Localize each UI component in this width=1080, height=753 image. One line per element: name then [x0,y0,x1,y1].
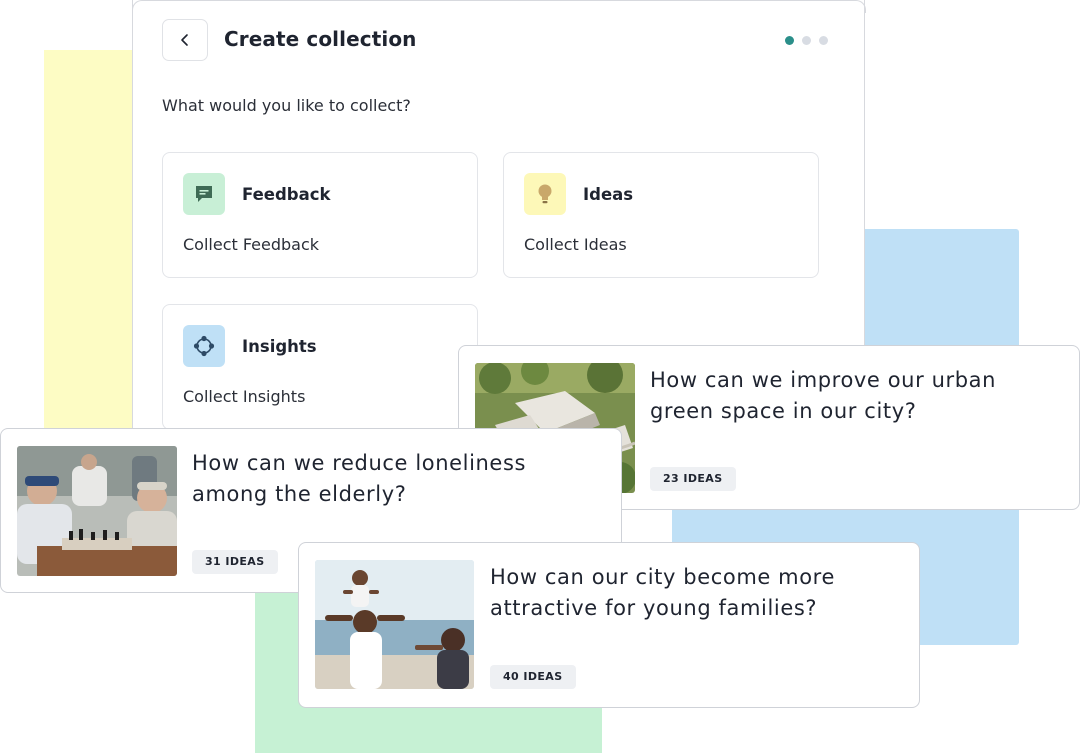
ideas-count-badge: 23 IDEAS [650,467,736,491]
lightbulb-icon [524,173,566,215]
card-title-line-1: How can we improve our urban [650,368,997,392]
decorative-yellow-block [44,50,136,430]
collect-question: What would you like to collect? [162,96,411,115]
card-title: How can our city become more attractive … [490,562,835,624]
card-title-line-1: How can our city become more [490,565,835,589]
page-title: Create collection [224,27,417,51]
card-title-line-2: among the elderly? [192,482,407,506]
family-beach-photo [315,560,474,689]
option-title: Ideas [583,185,634,204]
card-title-line-1: How can we reduce loneliness [192,451,527,475]
card-title: How can we improve our urban green space… [650,365,996,427]
option-insights[interactable]: Insights Collect Insights [162,304,478,430]
message-square-icon [183,173,225,215]
option-feedback[interactable]: Feedback Collect Feedback [162,152,478,278]
step-dot-2 [802,36,811,45]
elderly-chess-photo [17,446,177,576]
card-title-line-2: attractive for young families? [490,596,818,620]
chevron-left-icon [181,34,188,46]
ideas-count-badge: 31 IDEAS [192,550,278,574]
option-description: Collect Insights [183,387,306,406]
option-description: Collect Ideas [524,235,627,254]
card-title: How can we reduce loneliness among the e… [192,448,526,510]
option-ideas[interactable]: Ideas Collect Ideas [503,152,819,278]
step-dot-3 [819,36,828,45]
collection-card-families[interactable]: How can our city become more attractive … [298,542,920,708]
step-indicator [785,36,828,45]
back-button[interactable] [162,19,208,61]
option-title: Insights [242,337,317,356]
hub-icon [183,325,225,367]
step-dot-1 [785,36,794,45]
card-title-line-2: green space in our city? [650,399,917,423]
option-title: Feedback [242,185,331,204]
ideas-count-badge: 40 IDEAS [490,665,576,689]
option-description: Collect Feedback [183,235,320,254]
